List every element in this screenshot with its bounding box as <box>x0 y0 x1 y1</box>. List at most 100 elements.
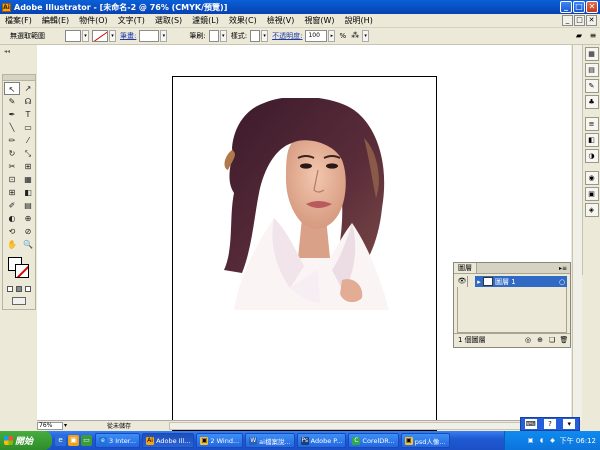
layers-panel-menu-icon[interactable]: ▸≡ <box>559 265 567 272</box>
layers-tab[interactable]: 圖層 <box>454 263 477 273</box>
transparency-panel-icon[interactable]: ◑ <box>584 149 599 163</box>
scale-tool-icon[interactable]: ⤡ <box>20 147 36 160</box>
color-mode-button[interactable] <box>7 286 13 292</box>
brush-input[interactable] <box>208 30 219 42</box>
menu-window[interactable]: 視窗(W) <box>299 15 339 26</box>
new-sublayer-icon[interactable]: ⊕ <box>534 336 546 344</box>
tools-collapse-icon[interactable]: ◂◂ <box>4 48 10 55</box>
options-icon[interactable]: ▾ <box>563 419 576 429</box>
menu-view[interactable]: 檢視(V) <box>262 15 300 26</box>
zoom-tool-icon[interactable]: 🔍 <box>20 238 36 251</box>
minimize-button[interactable]: _ <box>560 1 572 13</box>
stroke-weight-dropdown-icon[interactable]: ▾ <box>160 30 168 42</box>
style-swatch[interactable] <box>250 30 261 42</box>
eyedropper-tool-icon[interactable]: ✐ <box>4 199 20 212</box>
vertical-scrollbar[interactable] <box>572 45 582 420</box>
graphic-styles-panel-icon[interactable]: ▣ <box>584 187 599 201</box>
new-layer-icon[interactable]: ❏ <box>546 336 558 344</box>
graph-tool-icon[interactable]: ▦ <box>20 173 36 186</box>
document-status[interactable]: 從未儲存 <box>107 421 167 430</box>
rotate-tool-icon[interactable]: ↻ <box>4 147 20 160</box>
menu-select[interactable]: 選取(S) <box>150 15 187 26</box>
layer-target-icon[interactable]: ○ <box>557 278 567 286</box>
taskbar-item-photoshop[interactable]: Ps Adobe P... <box>296 433 347 448</box>
desktop-quicklaunch-icon[interactable]: ▭ <box>81 435 92 446</box>
menu-edit[interactable]: 編輯(E) <box>37 15 74 26</box>
close-button[interactable]: ✕ <box>586 1 598 13</box>
delete-layer-icon[interactable]: 🗑 <box>558 336 570 344</box>
opacity-input[interactable]: 100 <box>305 30 328 42</box>
network-icon[interactable]: ▣ <box>527 437 535 445</box>
stroke-panel-icon[interactable]: ≡ <box>584 117 599 131</box>
menu-filter[interactable]: 濾鏡(L) <box>187 15 224 26</box>
type-tool-icon[interactable]: T <box>20 108 36 121</box>
layer-name[interactable]: 圖層 1 <box>495 277 557 287</box>
mesh-tool-icon[interactable]: ⊞ <box>4 186 20 199</box>
color-panel-icon[interactable]: ▦ <box>584 47 599 61</box>
control-menu-icon[interactable]: ≡ <box>587 30 599 42</box>
slice-tool-icon[interactable]: ⊕ <box>20 212 36 225</box>
line-tool-icon[interactable]: ╲ <box>4 121 20 134</box>
isolate-dropdown-icon[interactable]: ▾ <box>362 30 370 42</box>
hand-tool-icon[interactable]: ✋ <box>4 238 20 251</box>
none-mode-button[interactable] <box>25 286 31 292</box>
placed-portrait-image[interactable] <box>194 96 389 312</box>
isolate-icon[interactable]: ⁂ <box>349 30 361 42</box>
ie-quicklaunch-icon[interactable]: e <box>55 435 66 446</box>
lasso-tool-icon[interactable]: ☊ <box>20 95 36 108</box>
clipping-mask-icon[interactable]: ◎ <box>522 336 534 344</box>
scissors-tool-icon[interactable]: ⟲ <box>4 225 20 238</box>
taskbar-item-illustrator[interactable]: Ai Adobe Ill... <box>142 433 195 448</box>
screen-mode-button[interactable] <box>12 297 26 305</box>
layer-row[interactable]: 👁 ▸ 圖層 1 ○ <box>457 276 567 287</box>
maximize-button[interactable]: □ <box>573 1 585 13</box>
horizontal-scrollbar[interactable] <box>169 421 572 430</box>
taskbar-item-word-doc[interactable]: W ai檔案說... <box>245 433 295 448</box>
brush-dropdown-icon[interactable]: ▾ <box>219 30 227 42</box>
zoom-level-field[interactable]: 76% <box>37 421 63 430</box>
taskbar-item-coreldraw[interactable]: C CorelDR... <box>348 433 399 448</box>
doc-minimize-button[interactable]: _ <box>562 15 573 26</box>
gradient-tool-icon[interactable]: ◧ <box>20 186 36 199</box>
warp-tool-icon[interactable]: ✂ <box>4 160 20 173</box>
lock-toggle[interactable] <box>467 276 475 287</box>
pencil-tool-icon[interactable]: ⁄ <box>20 134 36 147</box>
stroke-weight-input[interactable] <box>139 30 160 42</box>
blend-tool-icon[interactable]: ▤ <box>20 199 36 212</box>
opacity-dropdown-icon[interactable]: ▸ <box>328 30 336 42</box>
direct-selection-tool-icon[interactable]: ↗ <box>20 82 36 95</box>
menu-type[interactable]: 文字(T) <box>113 15 150 26</box>
expand-triangle-icon[interactable]: ▸ <box>475 278 483 286</box>
help-icon[interactable]: ? <box>543 419 556 429</box>
zoom-dropdown-icon[interactable]: ▾ <box>64 422 67 429</box>
live-paint-tool-icon[interactable]: ◐ <box>4 212 20 225</box>
swatches-panel-icon[interactable]: ▤ <box>584 63 599 77</box>
doc-close-button[interactable]: ✕ <box>586 15 597 26</box>
opacity-label[interactable]: 不透明度: <box>272 31 302 41</box>
pen-tool-icon[interactable]: ✒ <box>4 108 20 121</box>
taskbar-item-psd-folder[interactable]: ▣ psd人像... <box>400 433 450 448</box>
start-button[interactable]: 開始 <box>0 431 52 450</box>
stroke-color-box[interactable] <box>15 264 29 278</box>
magic-wand-tool-icon[interactable]: ✎ <box>4 95 20 108</box>
style-dropdown-icon[interactable]: ▾ <box>261 30 269 42</box>
symbols-panel-icon[interactable]: ♣ <box>584 95 599 109</box>
layers-panel-icon[interactable]: ◈ <box>584 203 599 217</box>
menu-help[interactable]: 說明(H) <box>340 15 378 26</box>
stroke-dropdown-icon[interactable]: ▾ <box>109 30 116 42</box>
gradient-mode-button[interactable] <box>16 286 22 292</box>
eraser-tool-icon[interactable]: ⊘ <box>20 225 36 238</box>
selection-tool-icon[interactable]: ↖ <box>4 82 20 95</box>
taskbar-item-internet[interactable]: e 3 Inter... <box>95 433 141 448</box>
brushes-panel-icon[interactable]: ✎ <box>584 79 599 93</box>
menu-effect[interactable]: 效果(C) <box>224 15 262 26</box>
security-icon[interactable]: ◆ <box>549 437 557 445</box>
doc-restore-button[interactable]: □ <box>574 15 585 26</box>
stroke-label[interactable]: 筆畫: <box>120 31 136 41</box>
appearance-panel-icon[interactable]: ◉ <box>584 171 599 185</box>
keyboard-icon[interactable]: ⌨ <box>524 419 537 429</box>
gradient-panel-icon[interactable]: ◧ <box>584 133 599 147</box>
menu-object[interactable]: 物件(O) <box>74 15 113 26</box>
rectangle-tool-icon[interactable]: ▭ <box>20 121 36 134</box>
stroke-swatch[interactable] <box>92 30 108 42</box>
